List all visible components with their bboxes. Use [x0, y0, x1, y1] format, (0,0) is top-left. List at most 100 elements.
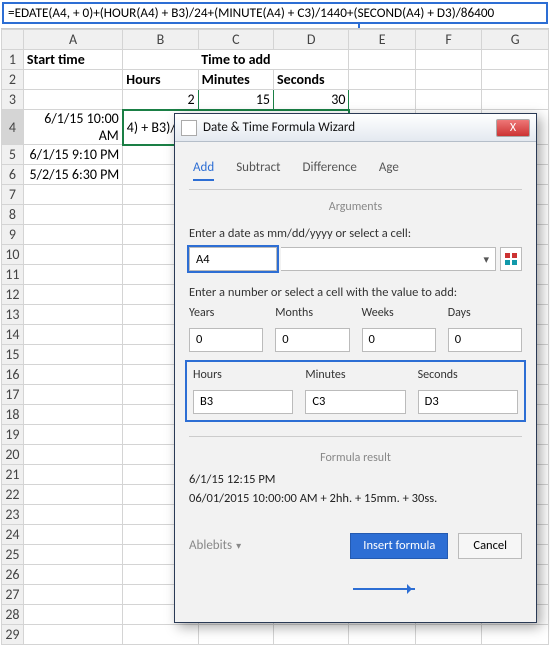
- row-header-26[interactable]: 26: [2, 565, 24, 585]
- cell-D2[interactable]: Seconds: [274, 70, 349, 90]
- label-hours: Hours: [193, 368, 293, 382]
- label-seconds: Seconds: [418, 368, 518, 382]
- input-days[interactable]: 0: [448, 328, 522, 352]
- cancel-button[interactable]: Cancel: [458, 533, 522, 559]
- formula-result-label: Formula result: [189, 451, 522, 465]
- tab-subtract[interactable]: Subtract: [236, 156, 280, 181]
- row-header-9[interactable]: 9: [2, 225, 24, 245]
- row-header-18[interactable]: 18: [2, 405, 24, 425]
- cell-A2[interactable]: [23, 70, 122, 90]
- row-header-8[interactable]: 8: [2, 205, 24, 225]
- cell-B1D1[interactable]: Time to add: [123, 50, 349, 70]
- row-header-17[interactable]: 17: [2, 385, 24, 405]
- label-months: Months: [275, 306, 349, 320]
- row-header-6[interactable]: 6: [2, 165, 24, 185]
- col-header-A[interactable]: A: [23, 30, 122, 50]
- grid-icon: [505, 253, 517, 265]
- tabs: Add Subtract Difference Age: [193, 156, 522, 181]
- brand-label[interactable]: Ablebits ▾: [189, 538, 241, 553]
- input-seconds[interactable]: D3: [418, 390, 518, 414]
- cell-A4[interactable]: 6/1/15 10:00 AM: [23, 110, 122, 145]
- row-header-25[interactable]: 25: [2, 545, 24, 565]
- row-header-4[interactable]: 4: [2, 110, 24, 145]
- input-hours[interactable]: B3: [193, 390, 293, 414]
- time-inputs-highlight: Hours Minutes Seconds B3 C3 D3: [187, 362, 524, 420]
- row-header-10[interactable]: 10: [2, 245, 24, 265]
- date-input-extender[interactable]: ▾: [281, 247, 496, 271]
- tab-difference[interactable]: Difference: [302, 156, 356, 181]
- number-field-label: Enter a number or select a cell with the…: [189, 285, 522, 300]
- label-days: Days: [448, 306, 522, 320]
- cell-picker-button[interactable]: [500, 247, 522, 271]
- cell-C2[interactable]: Minutes: [198, 70, 273, 90]
- dialog-title-text: Date & Time Formula Wizard: [203, 120, 355, 135]
- cell-A1[interactable]: Start time: [23, 50, 122, 70]
- row-header-12[interactable]: 12: [2, 285, 24, 305]
- formula-bar[interactable]: =EDATE(A4, + 0)+(HOUR(A4) + B3)/24+(MINU…: [2, 2, 548, 24]
- row-header-24[interactable]: 24: [2, 525, 24, 545]
- cell-A5[interactable]: 6/1/15 9:10 PM: [23, 145, 122, 165]
- cell-B2[interactable]: Hours: [123, 70, 198, 90]
- col-header-F[interactable]: F: [415, 30, 481, 50]
- row-header-13[interactable]: 13: [2, 305, 24, 325]
- row-header-11[interactable]: 11: [2, 265, 24, 285]
- cell-C3[interactable]: 15: [198, 90, 273, 110]
- tab-age[interactable]: Age: [379, 156, 399, 181]
- close-icon[interactable]: X: [496, 119, 530, 137]
- row-header-1[interactable]: 1: [2, 50, 24, 70]
- row-header-22[interactable]: 22: [2, 485, 24, 505]
- cell-E1[interactable]: [349, 50, 415, 70]
- callout-arrow-insert: [353, 588, 415, 590]
- label-minutes: Minutes: [305, 368, 405, 382]
- col-header-G[interactable]: G: [482, 30, 549, 50]
- cell-E2[interactable]: [349, 70, 415, 90]
- row-header-14[interactable]: 14: [2, 325, 24, 345]
- input-minutes[interactable]: C3: [305, 390, 405, 414]
- insert-formula-button[interactable]: Insert formula: [350, 533, 448, 559]
- formula-wizard-dialog: Date & Time Formula Wizard X Add Subtrac…: [174, 113, 537, 623]
- chevron-down-icon: ▾: [236, 539, 241, 552]
- col-header-B[interactable]: B: [123, 30, 198, 50]
- date-field-label: Enter a date as mm/dd/yyyy or select a c…: [189, 226, 522, 241]
- cell-F1[interactable]: [415, 50, 481, 70]
- cell-G2[interactable]: [482, 70, 549, 90]
- cell-G3[interactable]: [482, 90, 549, 110]
- cell-F2[interactable]: [415, 70, 481, 90]
- row-header-15[interactable]: 15: [2, 345, 24, 365]
- cell-A3[interactable]: [23, 90, 122, 110]
- cell-D3[interactable]: 30: [274, 90, 349, 110]
- select-all-corner[interactable]: [2, 30, 24, 50]
- date-input[interactable]: A4: [189, 247, 277, 271]
- result-line-1: 6/1/15 12:15 PM: [189, 471, 522, 490]
- row-header-7[interactable]: 7: [2, 185, 24, 205]
- dialog-icon: [181, 120, 197, 136]
- col-header-E[interactable]: E: [349, 30, 415, 50]
- row-header-29[interactable]: 29: [2, 625, 24, 645]
- label-weeks: Weeks: [362, 306, 436, 320]
- tab-add[interactable]: Add: [193, 156, 214, 181]
- row-header-27[interactable]: 27: [2, 585, 24, 605]
- input-years[interactable]: 0: [189, 328, 263, 352]
- row-header-28[interactable]: 28: [2, 605, 24, 625]
- input-weeks[interactable]: 0: [362, 328, 436, 352]
- row-header-19[interactable]: 19: [2, 425, 24, 445]
- chevron-down-icon: ▾: [483, 253, 489, 266]
- row-header-21[interactable]: 21: [2, 465, 24, 485]
- row-header-20[interactable]: 20: [2, 445, 24, 465]
- cell-F3[interactable]: [415, 90, 481, 110]
- input-months[interactable]: 0: [275, 328, 349, 352]
- dialog-titlebar[interactable]: Date & Time Formula Wizard X: [175, 114, 536, 142]
- col-header-C[interactable]: C: [198, 30, 273, 50]
- row-header-2[interactable]: 2: [2, 70, 24, 90]
- arguments-label: Arguments: [189, 200, 522, 214]
- row-header-16[interactable]: 16: [2, 365, 24, 385]
- cell-B3[interactable]: 2: [123, 90, 198, 110]
- cell-E3[interactable]: [349, 90, 415, 110]
- row-header-3[interactable]: 3: [2, 90, 24, 110]
- row-header-23[interactable]: 23: [2, 505, 24, 525]
- col-header-D[interactable]: D: [274, 30, 349, 50]
- cell-A6[interactable]: 5/2/15 6:30 PM: [23, 165, 122, 185]
- cell-G1[interactable]: [482, 50, 549, 70]
- row-header-5[interactable]: 5: [2, 145, 24, 165]
- label-years: Years: [189, 306, 263, 320]
